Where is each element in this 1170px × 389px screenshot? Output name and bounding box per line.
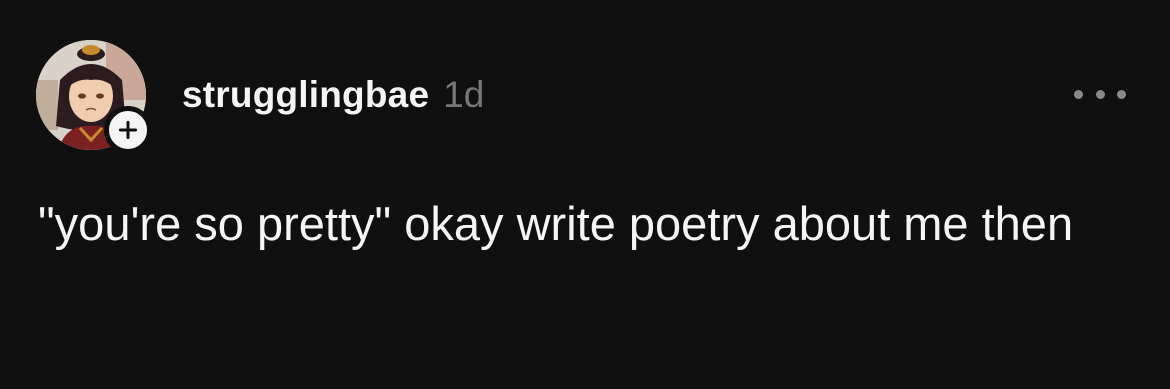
more-options-icon-dot	[1117, 89, 1126, 99]
more-options-icon-dot	[1095, 89, 1105, 99]
more-options-icon	[1074, 89, 1083, 99]
post-timestamp[interactable]: 1d	[443, 74, 484, 116]
post-card: strugglingbae 1d "you're so pretty" okay…	[0, 0, 1170, 389]
more-options-button[interactable]	[1074, 82, 1126, 106]
username-link[interactable]: strugglingbae	[182, 74, 429, 116]
plus-icon	[119, 121, 137, 139]
post-header: strugglingbae 1d	[182, 74, 484, 122]
follow-button[interactable]	[104, 106, 152, 154]
post-text: "you're so pretty" okay write poetry abo…	[38, 197, 1074, 250]
